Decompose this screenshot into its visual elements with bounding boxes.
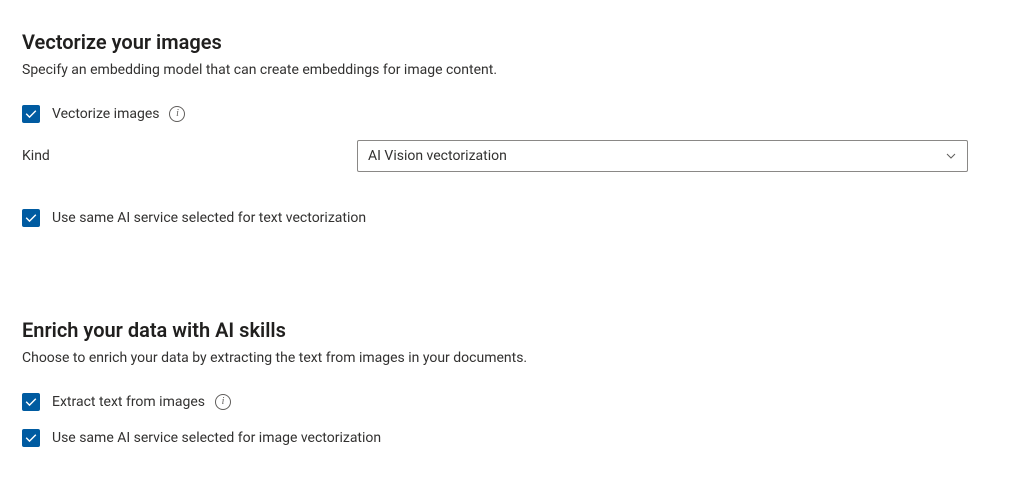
- extract-text-row: Extract text from images i: [22, 392, 968, 412]
- check-icon: [25, 396, 37, 408]
- info-icon[interactable]: i: [169, 106, 185, 122]
- reuse-text-service-row: Use same AI service selected for text ve…: [22, 208, 968, 228]
- check-icon: [25, 212, 37, 224]
- vectorize-title: Vectorize your images: [22, 28, 968, 56]
- extract-text-label: Extract text from images: [52, 392, 205, 412]
- reuse-text-service-label: Use same AI service selected for text ve…: [52, 208, 366, 228]
- enrich-title: Enrich your data with AI skills: [22, 316, 968, 344]
- chevron-down-icon: [945, 150, 957, 162]
- check-icon: [25, 108, 37, 120]
- kind-select-value: AI Vision vectorization: [368, 146, 507, 166]
- info-icon[interactable]: i: [215, 394, 231, 410]
- vectorize-subtitle: Specify an embedding model that can crea…: [22, 60, 968, 80]
- vectorize-images-checkbox[interactable]: [22, 105, 40, 123]
- reuse-image-service-row: Use same AI service selected for image v…: [22, 428, 968, 448]
- kind-select[interactable]: AI Vision vectorization: [357, 140, 968, 172]
- reuse-image-service-checkbox[interactable]: [22, 429, 40, 447]
- kind-label: Kind: [22, 146, 357, 166]
- kind-field: Kind AI Vision vectorization: [22, 140, 968, 172]
- extract-text-checkbox[interactable]: [22, 393, 40, 411]
- reuse-text-service-checkbox[interactable]: [22, 209, 40, 227]
- enrich-subtitle: Choose to enrich your data by extracting…: [22, 348, 968, 368]
- check-icon: [25, 432, 37, 444]
- vectorize-images-row: Vectorize images i: [22, 104, 968, 124]
- vectorize-images-label: Vectorize images: [52, 104, 159, 124]
- reuse-image-service-label: Use same AI service selected for image v…: [52, 428, 381, 448]
